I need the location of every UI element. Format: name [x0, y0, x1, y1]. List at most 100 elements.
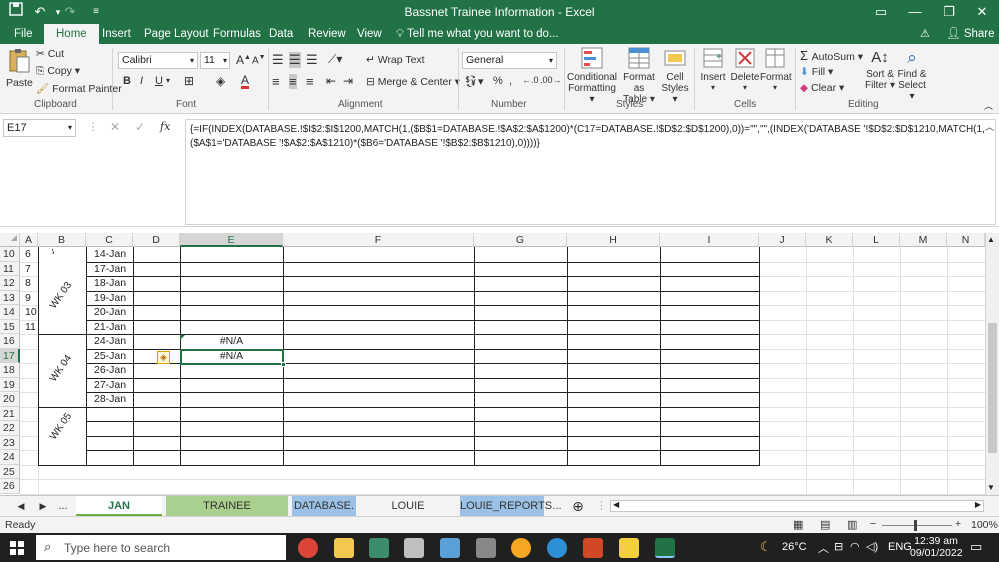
- row-header[interactable]: 19: [0, 377, 20, 392]
- close-button[interactable]: ✕: [965, 0, 999, 24]
- vertical-scrollbar[interactable]: ▲ ▼: [985, 233, 999, 495]
- collapse-ribbon-icon[interactable]: ︿: [984, 99, 993, 112]
- zoom-slider-thumb[interactable]: [914, 520, 917, 531]
- fill-button[interactable]: ⬇ Fill ▾: [800, 66, 833, 78]
- tab-formulas[interactable]: Formulas: [211, 24, 263, 44]
- tab-review[interactable]: Review: [306, 24, 348, 44]
- ribbon-display-options-icon[interactable]: ▭: [864, 0, 898, 24]
- tell-me-box[interactable]: 💡︎ Tell me what you want to do...: [394, 24, 561, 44]
- column-header[interactable]: C: [86, 233, 133, 247]
- calculator-icon[interactable]: [476, 538, 496, 558]
- increase-font-button[interactable]: A▲: [236, 53, 251, 67]
- sheet-more-right[interactable]: ...: [548, 496, 566, 516]
- column-header[interactable]: I: [660, 233, 759, 247]
- column-header[interactable]: A: [20, 233, 38, 247]
- column-header[interactable]: M: [900, 233, 947, 247]
- format-cells-button[interactable]: Format ▾: [760, 47, 792, 92]
- cut-button[interactable]: ✂ Cut: [36, 48, 64, 60]
- zoom-in-button[interactable]: +: [955, 518, 961, 530]
- align-center-icon[interactable]: ≡: [289, 74, 297, 89]
- share-button[interactable]: 👤︎ Share: [944, 24, 997, 44]
- underline-button[interactable]: U: [155, 75, 163, 87]
- notifications-icon[interactable]: ▭: [970, 539, 982, 555]
- tab-data[interactable]: Data: [267, 24, 295, 44]
- column-header[interactable]: D: [133, 233, 180, 247]
- accounting-format-icon[interactable]: 💱︎▾: [464, 75, 484, 88]
- zoom-slider[interactable]: [882, 525, 952, 526]
- scroll-right-icon[interactable]: ▶: [975, 500, 981, 509]
- format-as-table-button[interactable]: Format as Table ▾: [618, 47, 660, 105]
- normal-view-icon[interactable]: ▦: [793, 518, 803, 531]
- app-icon[interactable]: [440, 538, 460, 558]
- sticky-notes-icon[interactable]: [619, 538, 639, 558]
- taskbar-search-box[interactable]: ⌕ Type here to search: [36, 535, 286, 560]
- clock[interactable]: 12:39 am 09/01/2022: [910, 535, 963, 559]
- row-header[interactable]: 26: [0, 479, 20, 494]
- borders-icon[interactable]: ⊞: [184, 74, 194, 88]
- chevron-down-icon[interactable]: ▾: [166, 76, 170, 85]
- row-header[interactable]: 20: [0, 392, 20, 407]
- align-left-icon[interactable]: ≡: [272, 74, 280, 89]
- number-format-select[interactable]: General ▾: [462, 52, 557, 69]
- row-header[interactable]: 18: [0, 363, 20, 378]
- app-icon[interactable]: [511, 538, 531, 558]
- windows-start-icon[interactable]: [10, 541, 24, 558]
- conditional-formatting-button[interactable]: Conditional Formatting ▾: [566, 47, 618, 105]
- row-header[interactable]: 22: [0, 421, 20, 436]
- orientation-icon[interactable]: ⟋▾: [328, 52, 342, 67]
- insert-cells-button[interactable]: + Insert ▾: [698, 47, 728, 92]
- scroll-thumb[interactable]: [988, 323, 997, 453]
- horizontal-scrollbar[interactable]: ◀ ▶: [610, 500, 984, 512]
- sheet-tab-database[interactable]: DATABASE.: [292, 496, 356, 516]
- column-header[interactable]: G: [474, 233, 567, 247]
- percent-style-button[interactable]: %: [493, 75, 503, 87]
- scroll-left-icon[interactable]: ◀: [613, 500, 619, 509]
- restore-button[interactable]: ❐: [932, 0, 966, 24]
- app-icon[interactable]: [547, 538, 567, 558]
- cell-a[interactable]: 11: [25, 321, 36, 333]
- zoom-out-button[interactable]: −: [870, 518, 876, 530]
- row-header[interactable]: 11: [0, 261, 20, 276]
- sheet-more-left[interactable]: ...: [54, 496, 72, 516]
- row-header[interactable]: 16: [0, 334, 20, 349]
- column-header[interactable]: N: [947, 233, 985, 247]
- sheet-tab-trainee-information[interactable]: TRAINEE INFORMATION: [166, 496, 288, 532]
- align-top-icon[interactable]: ☰: [272, 52, 284, 68]
- network-icon[interactable]: ⊟: [834, 540, 843, 553]
- fill-color-icon[interactable]: ◈: [216, 74, 225, 88]
- align-middle-icon[interactable]: ☰: [289, 52, 301, 68]
- select-all-button[interactable]: ◢: [0, 233, 20, 247]
- sort-filter-button[interactable]: A↕ Sort & Filter ▾: [864, 47, 896, 91]
- align-bottom-icon[interactable]: ☰: [306, 52, 318, 68]
- sheet-tab-louie-formulas[interactable]: LOUIE FORMULAS: [360, 496, 456, 532]
- wifi-icon[interactable]: ◠: [850, 540, 860, 553]
- tab-split-handle[interactable]: ⋮: [596, 496, 607, 516]
- find-select-button[interactable]: ⌕ Find & Select ▾: [896, 47, 928, 102]
- cell-a[interactable]: 10: [25, 306, 37, 318]
- italic-button[interactable]: I: [140, 75, 143, 87]
- decrease-decimal-icon[interactable]: .00→: [540, 75, 562, 85]
- volume-icon[interactable]: ◁): [866, 540, 878, 553]
- bold-button[interactable]: B: [123, 75, 131, 87]
- cell-a[interactable]: 8: [25, 277, 31, 289]
- row-header[interactable]: 15: [0, 319, 20, 334]
- wrap-text-button[interactable]: ↵ Wrap Text: [366, 54, 425, 66]
- fill-handle[interactable]: [281, 362, 286, 367]
- excel-icon[interactable]: [655, 538, 675, 558]
- row-header[interactable]: 10: [0, 247, 20, 262]
- tab-file[interactable]: File: [12, 24, 35, 44]
- column-header[interactable]: K: [806, 233, 853, 247]
- comma-style-button[interactable]: ,: [509, 75, 512, 87]
- language[interactable]: ENG: [888, 541, 912, 553]
- font-name-select[interactable]: Calibri ▾: [118, 52, 198, 69]
- row-header[interactable]: 14: [0, 305, 20, 320]
- copy-button[interactable]: ⎘ Copy ▾: [36, 65, 80, 78]
- selected-cell-e17[interactable]: [180, 349, 284, 365]
- tab-home[interactable]: Home: [44, 24, 99, 45]
- page-layout-view-icon[interactable]: ▤: [820, 518, 830, 531]
- row-header[interactable]: 12: [0, 276, 20, 291]
- name-box[interactable]: E17 ▾: [3, 119, 76, 137]
- tab-insert[interactable]: Insert: [100, 24, 133, 44]
- column-header[interactable]: B: [38, 233, 86, 247]
- app-icon[interactable]: [369, 538, 389, 558]
